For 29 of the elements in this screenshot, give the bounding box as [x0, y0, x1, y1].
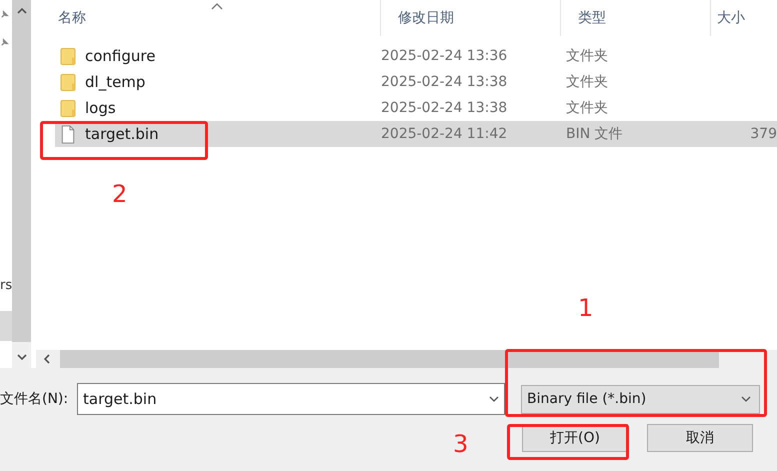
modified-date: 2025-02-24 13:38 — [381, 100, 508, 116]
file-name: dl_temp — [85, 73, 146, 91]
step-number: 1 — [578, 294, 594, 322]
file-size: 379 — [750, 126, 777, 142]
file-type: BIN 文件 — [566, 125, 623, 143]
file-type: 文件夹 — [566, 73, 608, 91]
column-header[interactable]: 名称 — [41, 0, 381, 36]
file-name: logs — [85, 99, 116, 117]
step-number: 3 — [453, 430, 468, 458]
nav-item[interactable]: rs — [0, 278, 12, 293]
modified-date: 2025-02-24 13:36 — [381, 48, 508, 64]
file-row[interactable]: dl_temp 2025-02-24 13:38 文件夹 — [55, 69, 777, 95]
file-type: 文件夹 — [566, 47, 608, 65]
step-number: 2 — [112, 180, 128, 208]
file-row[interactable]: logs 2025-02-24 13:38 文件夹 — [55, 95, 777, 121]
file-row[interactable]: target.bin 2025-02-24 11:42 BIN 文件 379 — [55, 121, 777, 147]
file-name: target.bin — [85, 125, 159, 143]
file-type-dropdown[interactable]: Binary file (*.bin) — [521, 384, 760, 414]
file-type: 文件夹 — [566, 99, 608, 117]
file-row[interactable]: configure 2025-02-24 13:36 文件夹 — [55, 43, 777, 69]
filename-label: 文件名(N): — [0, 390, 70, 408]
column-header[interactable]: 大小 — [711, 0, 777, 36]
modified-date: 2025-02-24 11:42 — [381, 126, 508, 142]
cancel-button[interactable]: 取消 — [647, 424, 753, 452]
file-name: configure — [85, 47, 156, 65]
modified-date: 2025-02-24 13:38 — [381, 74, 508, 90]
column-header[interactable]: 修改日期 — [381, 0, 561, 36]
filename-field[interactable]: target.bin — [77, 383, 505, 415]
column-header[interactable]: 类型 — [561, 0, 711, 36]
